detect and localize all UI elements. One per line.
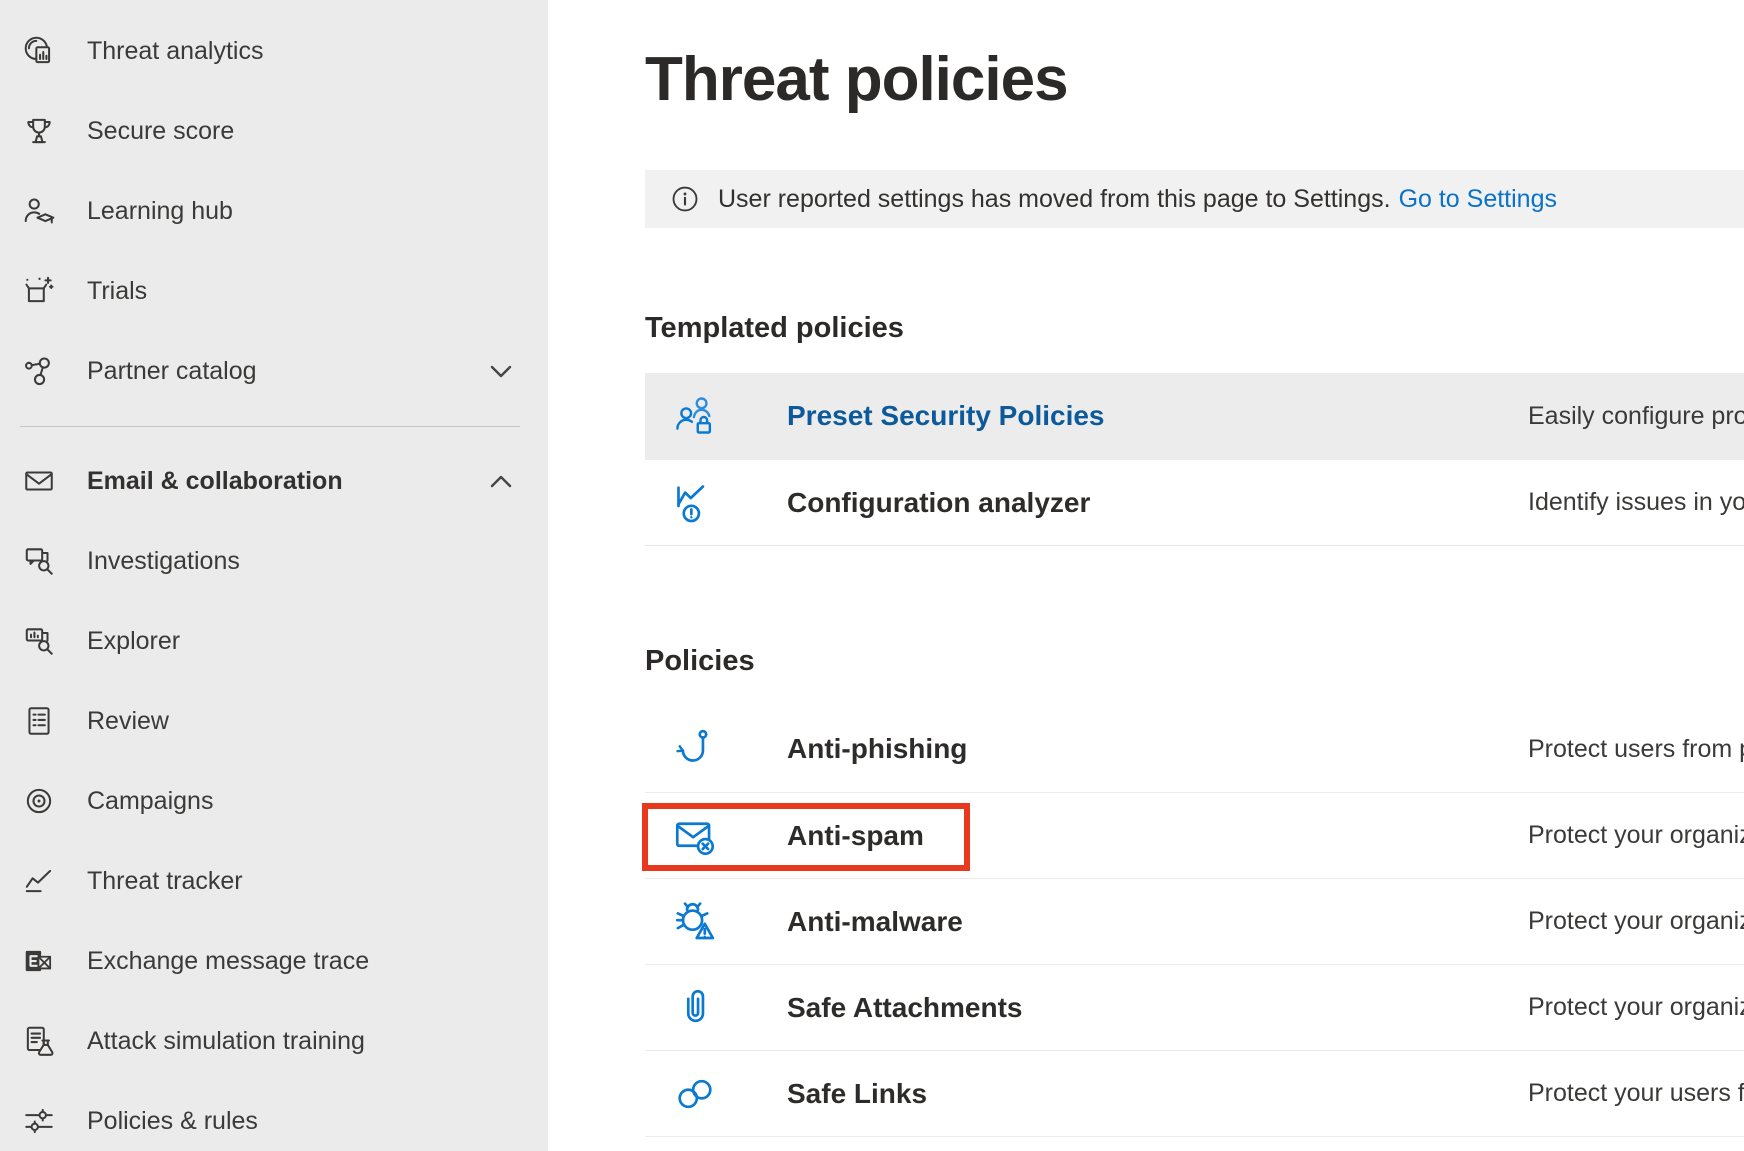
exchange-message-trace-icon	[22, 944, 56, 978]
sidebar-item-explorer[interactable]: Explorer	[0, 601, 548, 681]
templated-policies-heading: Templated policies	[645, 310, 1744, 346]
policies-heading: Policies	[645, 643, 1744, 679]
row-anti-spam[interactable]: Anti-spam Protect your organiz	[645, 792, 1744, 878]
row-preset-security-policies[interactable]: Preset Security Policies Easily configur…	[645, 373, 1744, 459]
row-anti-malware[interactable]: Anti-malware Protect your organiz	[645, 878, 1744, 964]
investigations-icon	[22, 544, 56, 578]
policies-list: Anti-phishing Protect users from p Anti-…	[645, 706, 1744, 1137]
sidebar-item-label: Review	[87, 707, 169, 736]
sidebar-item-label: Threat tracker	[87, 867, 243, 896]
review-icon	[22, 704, 56, 738]
defender-portal: Threat analytics Secure score	[0, 0, 1744, 1151]
row-label: Safe Attachments	[787, 992, 1022, 1024]
threat-analytics-icon	[22, 34, 56, 68]
row-configuration-analyzer[interactable]: Configuration analyzer Identify issues i…	[645, 459, 1744, 545]
sidebar-item-review[interactable]: Review	[0, 681, 548, 761]
sidebar-item-campaigns[interactable]: Campaigns	[0, 761, 548, 841]
row-description: Protect your organiz	[1528, 821, 1744, 850]
attack-simulation-training-icon	[22, 1024, 56, 1058]
sidebar-item-trials[interactable]: Trials	[0, 251, 548, 331]
safe-attachments-icon	[673, 986, 717, 1030]
sidebar-item-label: Trials	[87, 277, 147, 306]
safe-links-icon	[673, 1072, 717, 1116]
templated-policies-list: Preset Security Policies Easily configur…	[645, 373, 1744, 546]
row-label: Anti-malware	[787, 906, 963, 938]
row-safe-links[interactable]: Safe Links Protect your users fr	[645, 1050, 1744, 1136]
sidebar-item-partner-catalog[interactable]: Partner catalog	[0, 331, 548, 411]
row-description: Easily configure prot	[1528, 402, 1744, 431]
sidebar-item-email-collaboration[interactable]: Email & collaboration	[0, 441, 548, 521]
threat-tracker-icon	[22, 864, 56, 898]
anti-phishing-icon	[673, 727, 717, 771]
explorer-icon	[22, 624, 56, 658]
sidebar-item-exchange-message-trace[interactable]: Exchange message trace	[0, 921, 548, 1001]
go-to-settings-link[interactable]: Go to Settings	[1399, 185, 1557, 214]
sidebar-item-label: Partner catalog	[87, 357, 257, 386]
sidebar-item-threat-analytics[interactable]: Threat analytics	[0, 11, 548, 91]
info-icon	[671, 185, 699, 213]
sidebar-item-label: Investigations	[87, 547, 240, 576]
sidebar-nav: Threat analytics Secure score	[0, 0, 548, 1151]
sidebar-item-label: Exchange message trace	[87, 947, 369, 976]
info-banner: User reported settings has moved from th…	[645, 170, 1744, 228]
campaigns-icon	[22, 784, 56, 818]
row-label: Safe Links	[787, 1078, 927, 1110]
anti-malware-icon	[673, 900, 717, 944]
sidebar-item-label: Explorer	[87, 627, 180, 656]
sidebar-item-policies-rules[interactable]: Policies & rules	[0, 1081, 548, 1151]
sidebar-item-investigations[interactable]: Investigations	[0, 521, 548, 601]
trials-icon	[22, 274, 56, 308]
sidebar-item-label: Campaigns	[87, 787, 213, 816]
row-label: Anti-spam	[787, 820, 924, 852]
email-collaboration-icon	[22, 464, 56, 498]
sidebar-divider	[20, 426, 520, 427]
row-description: Identify issues in you	[1528, 488, 1744, 517]
configuration-analyzer-icon	[673, 481, 717, 525]
row-label: Configuration analyzer	[787, 487, 1090, 519]
preset-security-policies-icon	[673, 394, 717, 438]
page-title: Threat policies	[645, 42, 1744, 118]
row-description: Protect your organiz	[1528, 907, 1744, 936]
chevron-up-icon	[490, 474, 512, 489]
sidebar-item-label: Secure score	[87, 117, 234, 146]
sidebar-item-threat-tracker[interactable]: Threat tracker	[0, 841, 548, 921]
sidebar-item-label: Email & collaboration	[87, 467, 343, 496]
row-description: Protect users from p	[1528, 735, 1744, 764]
row-label: Anti-phishing	[787, 733, 967, 765]
sidebar-item-label: Threat analytics	[87, 37, 263, 66]
row-anti-phishing[interactable]: Anti-phishing Protect users from p	[645, 706, 1744, 792]
sidebar-item-learning-hub[interactable]: Learning hub	[0, 171, 548, 251]
sidebar-item-attack-simulation-training[interactable]: Attack simulation training	[0, 1001, 548, 1081]
main-content: Threat policies User reported settings h…	[548, 0, 1744, 1151]
sidebar-item-secure-score[interactable]: Secure score	[0, 91, 548, 171]
sidebar-item-label: Learning hub	[87, 197, 233, 226]
sidebar-item-label: Policies & rules	[87, 1107, 258, 1136]
chevron-down-icon	[490, 364, 512, 379]
secure-score-icon	[22, 114, 56, 148]
sidebar-item-label: Attack simulation training	[87, 1027, 365, 1056]
partner-catalog-icon	[22, 354, 56, 388]
banner-message: User reported settings has moved from th…	[718, 185, 1391, 214]
row-label: Preset Security Policies	[787, 400, 1105, 432]
row-description: Protect your users fr	[1528, 1079, 1744, 1108]
anti-spam-icon	[673, 814, 717, 858]
row-description: Protect your organiz	[1528, 993, 1744, 1022]
row-safe-attachments[interactable]: Safe Attachments Protect your organiz	[645, 964, 1744, 1050]
learning-hub-icon	[22, 194, 56, 228]
policies-rules-icon	[22, 1104, 56, 1138]
